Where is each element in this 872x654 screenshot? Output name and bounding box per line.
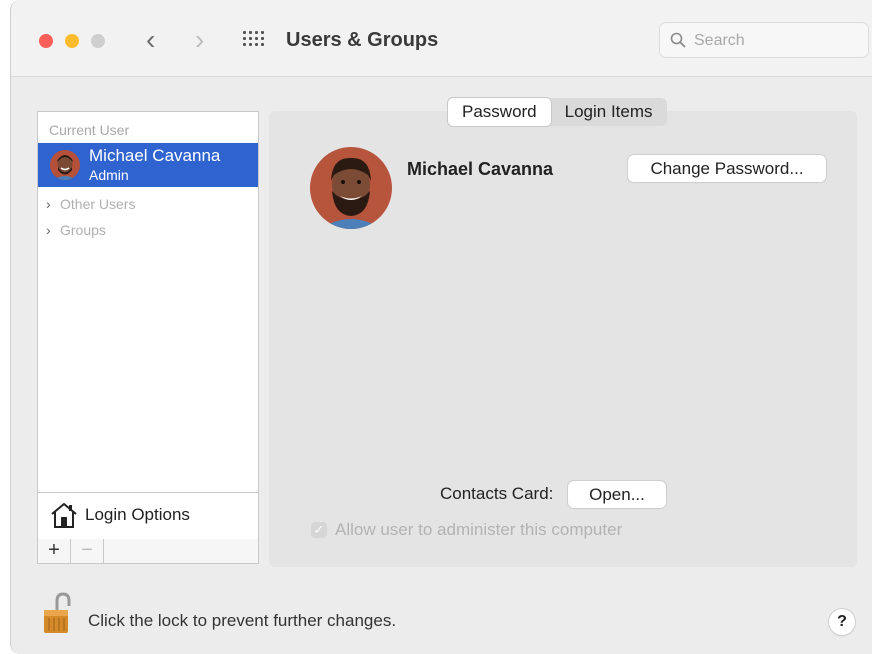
login-options-label: Login Options	[85, 505, 190, 524]
tab-bar: Password Login Items	[448, 98, 667, 126]
users-groups-window: ‹ › Users & Groups Current User	[10, 0, 872, 654]
admin-checkbox-label: Allow user to administer this computer	[335, 520, 623, 539]
minimize-button[interactable]	[65, 34, 79, 48]
groups-label: Groups	[60, 222, 106, 238]
disclosure-triangle-icon[interactable]: ›	[46, 222, 60, 238]
grid-icon[interactable]	[243, 31, 265, 49]
tab-password[interactable]: Password	[448, 98, 551, 126]
sidebar-item-groups[interactable]: › Groups	[46, 222, 106, 238]
change-password-button[interactable]: Change Password...	[628, 155, 826, 182]
user-row-current[interactable]: Michael Cavanna Admin	[38, 143, 258, 187]
admin-checkbox[interactable]: ✓	[311, 522, 327, 538]
chevron-left-icon[interactable]: ‹	[146, 26, 155, 54]
login-options-item[interactable]: Login Options	[38, 492, 258, 539]
window-title: Users & Groups	[286, 29, 439, 51]
search-input[interactable]	[692, 30, 861, 52]
lock-status-text: Click the lock to prevent further change…	[88, 611, 397, 630]
tab-login-items[interactable]: Login Items	[551, 98, 667, 126]
add-remove-bar: + −	[37, 539, 259, 564]
close-button[interactable]	[39, 34, 53, 48]
chevron-right-icon[interactable]: ›	[195, 26, 204, 54]
zoom-button[interactable]	[91, 34, 105, 48]
contacts-card-label: Contacts Card:	[440, 484, 554, 503]
avatar	[50, 150, 80, 180]
house-icon	[51, 503, 77, 528]
search-icon	[670, 32, 686, 48]
search-field[interactable]	[659, 22, 869, 58]
add-user-button[interactable]: +	[38, 539, 71, 563]
user-name: Michael Cavanna	[89, 146, 221, 165]
lock-icon[interactable]	[43, 592, 71, 634]
remove-user-button[interactable]: −	[71, 539, 104, 563]
user-role: Admin	[89, 167, 129, 183]
users-list: Current User Michael Cavanna Admin › Othe…	[37, 111, 259, 539]
admin-checkbox-row: ✓ Allow user to administer this computer	[311, 520, 622, 540]
sidebar-item-other-users[interactable]: › Other Users	[46, 196, 135, 212]
user-picture[interactable]	[310, 147, 392, 229]
help-button[interactable]: ?	[829, 609, 855, 635]
title-bar: ‹ › Users & Groups	[11, 0, 872, 77]
other-users-label: Other Users	[60, 196, 136, 212]
current-user-header: Current User	[49, 122, 130, 138]
user-full-name: Michael Cavanna	[407, 159, 554, 179]
disclosure-triangle-icon[interactable]: ›	[46, 196, 60, 212]
open-contacts-button[interactable]: Open...	[568, 481, 666, 508]
